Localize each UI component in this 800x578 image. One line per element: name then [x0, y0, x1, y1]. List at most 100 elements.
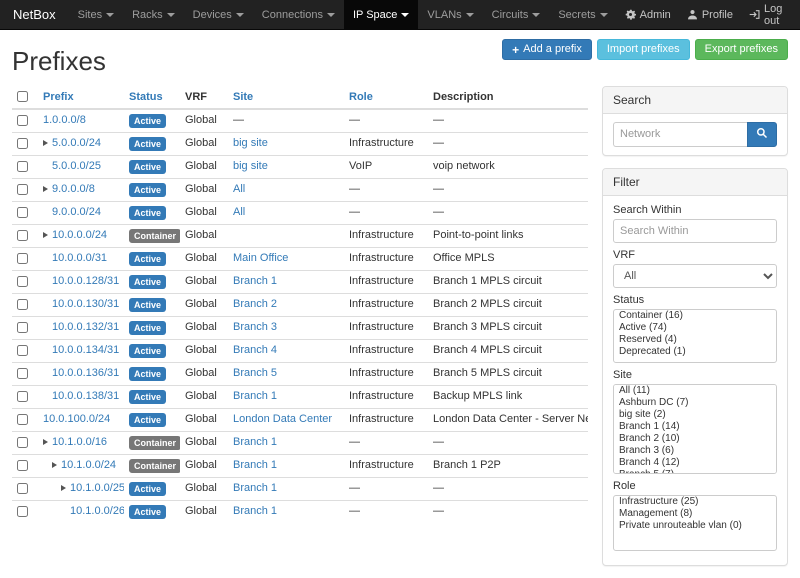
select-option[interactable]: Deprecated (1)	[614, 346, 776, 358]
vrf-cell: Global	[180, 316, 228, 339]
status-select[interactable]: Container (16)Active (74)Reserved (4)Dep…	[613, 309, 777, 363]
role-select[interactable]: Infrastructure (25)Management (8)Private…	[613, 495, 777, 551]
site-select[interactable]: All (11)Ashburn DC (7)big site (2)Branch…	[613, 384, 777, 474]
select-option[interactable]: Reserved (4)	[614, 334, 776, 346]
prefix-link[interactable]: 10.1.0.0/16	[52, 436, 107, 448]
profile-link[interactable]: Profile	[679, 0, 741, 29]
select-option[interactable]: Branch 1 (14)	[614, 421, 776, 433]
prefix-link[interactable]: 5.0.0.0/24	[52, 137, 101, 149]
nav-item-sites[interactable]: Sites	[69, 0, 123, 29]
nav-item-secrets[interactable]: Secrets	[549, 0, 616, 29]
select-option[interactable]: Management (8)	[614, 508, 776, 520]
sort-status-header[interactable]: Status	[129, 91, 163, 103]
row-checkbox[interactable]	[17, 276, 28, 287]
vrf-select[interactable]: All	[613, 264, 777, 288]
prefix-link[interactable]: 10.0.0.132/31	[52, 321, 119, 333]
row-checkbox[interactable]	[17, 414, 28, 425]
nav-item-ip-space[interactable]: IP Space	[344, 0, 418, 29]
row-checkbox[interactable]	[17, 115, 28, 126]
admin-link[interactable]: Admin	[617, 0, 679, 29]
sort-role-header[interactable]: Role	[349, 91, 373, 103]
row-checkbox[interactable]	[17, 391, 28, 402]
site-link[interactable]: Branch 1	[233, 275, 277, 287]
search-button[interactable]	[747, 122, 777, 147]
import-prefixes-button[interactable]: Import prefixes	[597, 39, 690, 60]
nav-item-devices[interactable]: Devices	[184, 0, 253, 29]
site-link[interactable]: All	[233, 206, 245, 218]
prefix-link[interactable]: 10.0.0.134/31	[52, 344, 119, 356]
select-option[interactable]: Active (74)	[614, 322, 776, 334]
site-link[interactable]: All	[233, 183, 245, 195]
search-input[interactable]	[613, 122, 747, 147]
sort-site-header[interactable]: Site	[233, 91, 253, 103]
table-row: 5.0.0.0/25ActiveGlobalbig siteVoIPvoip n…	[12, 155, 588, 178]
row-checkbox[interactable]	[17, 345, 28, 356]
row-checkbox[interactable]	[17, 506, 28, 517]
site-link[interactable]: London Data Center	[233, 413, 332, 425]
brand-link[interactable]: NetBox	[0, 0, 69, 29]
vrf-cell: Global	[180, 339, 228, 362]
row-checkbox[interactable]	[17, 138, 28, 149]
row-checkbox[interactable]	[17, 299, 28, 310]
export-prefixes-button[interactable]: Export prefixes	[695, 39, 788, 60]
search-within-input[interactable]	[613, 219, 777, 243]
role-cell: Infrastructure	[344, 408, 428, 431]
row-checkbox[interactable]	[17, 184, 28, 195]
nav-item-circuits[interactable]: Circuits	[483, 0, 550, 29]
row-checkbox[interactable]	[17, 437, 28, 448]
prefix-link[interactable]: 5.0.0.0/25	[52, 160, 101, 172]
site-link[interactable]: Branch 4	[233, 344, 277, 356]
prefix-link[interactable]: 10.1.0.0/26	[70, 505, 124, 517]
site-link[interactable]: big site	[233, 137, 268, 149]
prefix-link[interactable]: 10.0.0.130/31	[52, 298, 119, 310]
prefix-link[interactable]: 10.1.0.0/24	[61, 459, 116, 471]
site-link[interactable]: Branch 5	[233, 367, 277, 379]
prefix-link[interactable]: 10.0.100.0/24	[43, 413, 110, 425]
nav-item-vlans[interactable]: VLANs	[418, 0, 482, 29]
prefix-link[interactable]: 9.0.0.0/8	[52, 183, 95, 195]
prefix-link[interactable]: 10.0.0.0/24	[52, 229, 107, 241]
row-checkbox[interactable]	[17, 253, 28, 264]
row-checkbox[interactable]	[17, 230, 28, 241]
site-link[interactable]: big site	[233, 160, 268, 172]
add-prefix-button[interactable]: + Add a prefix	[502, 39, 592, 60]
site-link[interactable]: Branch 1	[233, 390, 277, 402]
row-checkbox[interactable]	[17, 368, 28, 379]
nav-item-connections[interactable]: Connections	[253, 0, 344, 29]
prefix-link[interactable]: 10.1.0.0/25	[70, 482, 124, 494]
select-option[interactable]: Private unrouteable vlan (0)	[614, 520, 776, 532]
select-option[interactable]: Branch 3 (6)	[614, 445, 776, 457]
prefix-link[interactable]: 9.0.0.0/24	[52, 206, 101, 218]
prefix-link[interactable]: 10.0.0.128/31	[52, 275, 119, 287]
select-option[interactable]: Branch 2 (10)	[614, 433, 776, 445]
logout-link[interactable]: Log out	[741, 0, 800, 29]
select-option[interactable]: Infrastructure (25)	[614, 496, 776, 508]
select-option[interactable]: big site (2)	[614, 409, 776, 421]
status-badge: Active	[129, 321, 166, 335]
row-checkbox[interactable]	[17, 207, 28, 218]
prefix-link[interactable]: 1.0.0.0/8	[43, 114, 86, 126]
site-label: Site	[613, 369, 777, 381]
select-option[interactable]: Branch 4 (12)	[614, 457, 776, 469]
site-link[interactable]: Branch 1	[233, 505, 277, 517]
site-link[interactable]: Main Office	[233, 252, 288, 264]
row-checkbox[interactable]	[17, 460, 28, 471]
site-link[interactable]: Branch 1	[233, 436, 277, 448]
site-link[interactable]: Branch 1	[233, 482, 277, 494]
prefix-link[interactable]: 10.0.0.138/31	[52, 390, 119, 402]
select-all-checkbox[interactable]	[17, 91, 28, 102]
select-option[interactable]: Container (16)	[614, 310, 776, 322]
nav-item-racks[interactable]: Racks	[123, 0, 184, 29]
site-link[interactable]: Branch 1	[233, 459, 277, 471]
select-option[interactable]: Ashburn DC (7)	[614, 397, 776, 409]
row-checkbox[interactable]	[17, 161, 28, 172]
row-checkbox[interactable]	[17, 322, 28, 333]
prefix-link[interactable]: 10.0.0.0/31	[52, 252, 107, 264]
site-link[interactable]: Branch 2	[233, 298, 277, 310]
select-option[interactable]: Branch 5 (7)	[614, 469, 776, 474]
select-option[interactable]: All (11)	[614, 385, 776, 397]
prefix-link[interactable]: 10.0.0.136/31	[52, 367, 119, 379]
sort-prefix-header[interactable]: Prefix	[43, 91, 74, 103]
site-link[interactable]: Branch 3	[233, 321, 277, 333]
row-checkbox[interactable]	[17, 483, 28, 494]
